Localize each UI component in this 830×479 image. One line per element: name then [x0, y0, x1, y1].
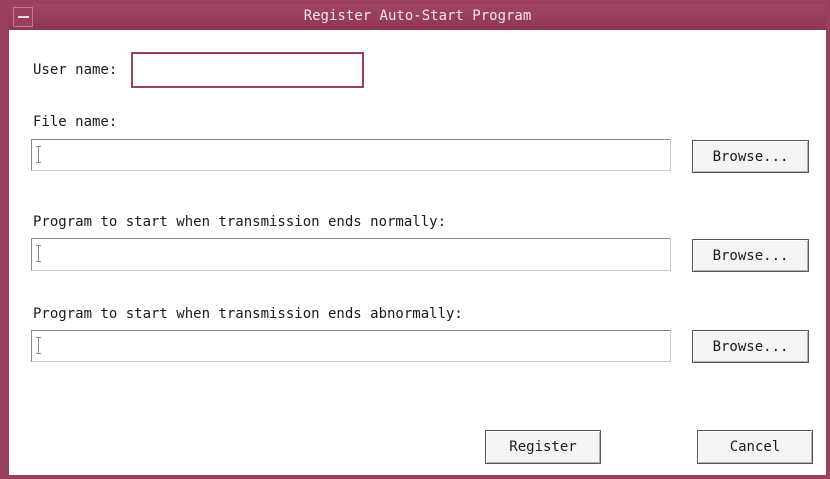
user-name-label: User name:: [33, 62, 118, 78]
text-cursor-icon: [36, 337, 41, 354]
user-name-input[interactable]: [131, 52, 364, 88]
file-name-browse-button[interactable]: Browse...: [692, 140, 809, 173]
normal-end-browse-button[interactable]: Browse...: [692, 239, 809, 272]
normal-end-program-input[interactable]: [31, 238, 671, 271]
file-name-label: File name:: [33, 114, 118, 130]
normal-end-program-label: Program to start when transmission ends …: [33, 214, 447, 230]
file-name-input[interactable]: [31, 139, 671, 171]
register-auto-start-dialog: Register Auto-Start Program User name: F…: [0, 0, 830, 479]
abnormal-end-program-label: Program to start when transmission ends …: [33, 306, 463, 322]
cancel-button[interactable]: Cancel: [697, 430, 813, 464]
text-cursor-icon: [36, 245, 41, 262]
text-cursor-icon: [36, 146, 41, 163]
abnormal-end-browse-button[interactable]: Browse...: [692, 330, 809, 363]
window-title: Register Auto-Start Program: [303, 8, 532, 24]
abnormal-end-program-input[interactable]: [31, 330, 671, 362]
title-bar[interactable]: Register Auto-Start Program: [9, 4, 826, 30]
register-button[interactable]: Register: [485, 430, 601, 464]
